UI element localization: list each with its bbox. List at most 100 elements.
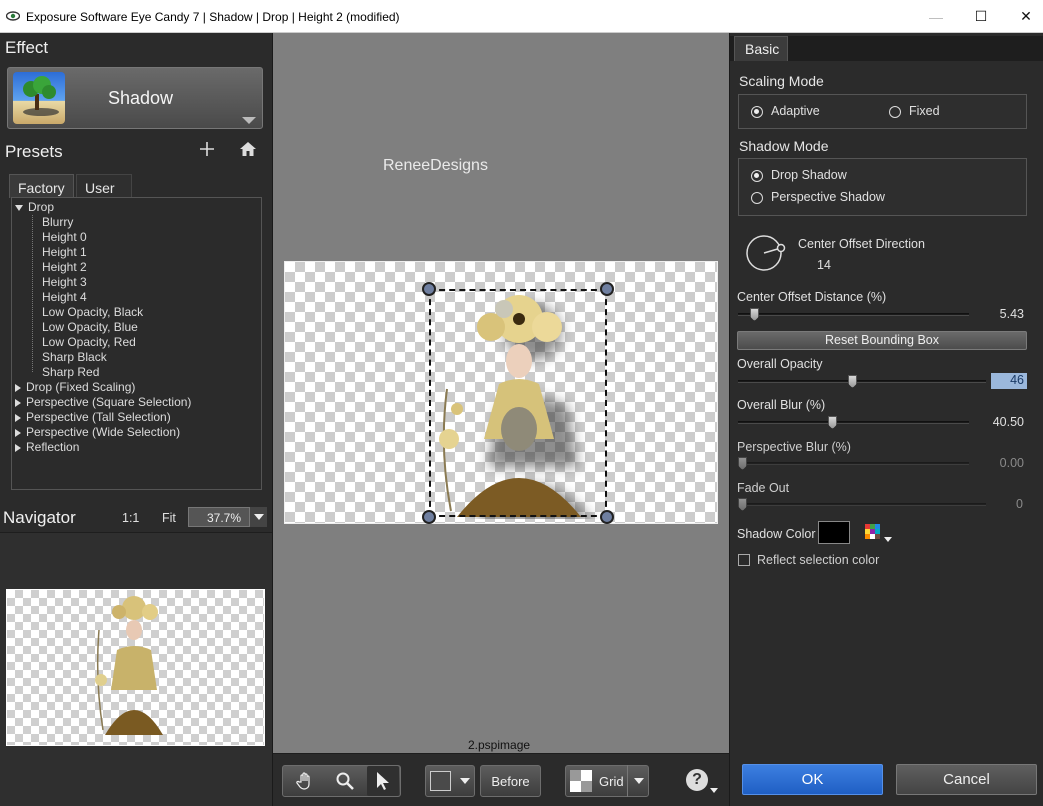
cancel-button[interactable]: Cancel (896, 764, 1037, 795)
perspective-blur-value[interactable]: 0.00 (980, 456, 1024, 470)
effect-dropdown-icon[interactable] (242, 117, 256, 124)
navigator-thumbnail[interactable] (6, 589, 265, 746)
slider-thumb[interactable] (738, 457, 747, 470)
tree-item-low-opacity-red[interactable]: Low Opacity, Red (42, 335, 136, 350)
chevron-down-icon (254, 514, 264, 520)
fade-out-value[interactable]: 0 (991, 497, 1023, 511)
zoom-value: 37.7% (207, 511, 242, 525)
tool-group (282, 765, 401, 797)
zoom-tool-button[interactable] (327, 766, 363, 796)
radio-perspective-shadow[interactable]: Perspective Shadow (751, 190, 885, 204)
radio-fixed[interactable]: Fixed (889, 104, 940, 118)
overall-blur-slider[interactable] (738, 416, 969, 429)
collapsed-icon (15, 413, 21, 422)
tab-basic[interactable]: Basic (734, 36, 788, 61)
home-icon[interactable] (238, 140, 258, 158)
close-button[interactable]: ✕ (1003, 0, 1043, 33)
overall-opacity-value[interactable]: 46 (991, 373, 1027, 389)
effect-name: Shadow (108, 88, 174, 108)
maximize-button[interactable]: ☐ (958, 0, 1004, 33)
left-panel: Effect Shadow Presets Factory User Drop … (0, 33, 273, 806)
tree-item-blurry[interactable]: Blurry (42, 215, 73, 230)
help-icon: ? (686, 769, 708, 791)
tree-item-height-2[interactable]: Height 2 (42, 260, 87, 275)
effect-selector[interactable]: Shadow (7, 67, 263, 129)
tree-item-sharp-red[interactable]: Sharp Red (42, 365, 99, 380)
perspective-blur-label: Perspective Blur (%) (737, 440, 851, 454)
bbox-handle-bottom-left[interactable] (422, 510, 436, 524)
chevron-down-icon (634, 778, 644, 784)
eye-icon (6, 11, 20, 21)
center-offset-direction-label: Center Offset Direction (798, 237, 925, 251)
radio-adaptive[interactable]: Adaptive (751, 104, 820, 118)
minimize-button[interactable]: — (913, 0, 959, 33)
tree-item-drop[interactable]: Drop (15, 200, 54, 215)
zoom-dropdown[interactable] (249, 507, 267, 527)
reset-bounding-box-button[interactable]: Reset Bounding Box (737, 331, 1027, 350)
preset-tree: Drop Blurry Height 0 Height 1 Height 2 H… (11, 197, 262, 490)
bbox-handle-bottom-right[interactable] (600, 510, 614, 524)
bg-color-swatch (430, 771, 451, 791)
tree-item-perspective-tall[interactable]: Perspective (Tall Selection) (15, 410, 171, 425)
slider-thumb[interactable] (738, 498, 747, 511)
reflect-selection-color-checkbox[interactable] (738, 554, 750, 566)
zoom-select[interactable]: 37.7% (188, 507, 267, 527)
collapsed-icon (15, 443, 21, 452)
radio-unchecked-icon (889, 105, 901, 118)
help-button[interactable]: ? (683, 766, 719, 798)
direction-dial-icon[interactable] (745, 233, 787, 273)
ok-button[interactable]: OK (742, 764, 883, 795)
navigator-view[interactable] (0, 532, 272, 806)
tab-factory[interactable]: Factory (9, 174, 74, 198)
color-palette-icon[interactable] (865, 524, 895, 546)
grid-dropdown[interactable] (627, 765, 649, 797)
tree-item-height-3[interactable]: Height 3 (42, 275, 87, 290)
overall-opacity-slider[interactable] (738, 375, 986, 388)
overall-blur-value[interactable]: 40.50 (980, 415, 1024, 429)
bbox-handle-top-right[interactable] (600, 282, 614, 296)
preview-canvas[interactable] (284, 261, 718, 524)
perspective-blur-slider[interactable] (738, 457, 969, 470)
tree-guide-line (32, 215, 33, 372)
tree-item-height-1[interactable]: Height 1 (42, 245, 87, 260)
tree-item-reflection[interactable]: Reflection (15, 440, 79, 455)
tree-item-low-opacity-blue[interactable]: Low Opacity, Blue (42, 320, 138, 335)
radio-checked-icon (751, 105, 763, 118)
radio-checked-icon (751, 169, 763, 182)
preview-area[interactable]: ReneeDesigns 2.pspimage (273, 33, 729, 753)
zoom-fit-button[interactable]: Fit (162, 511, 176, 525)
tree-item-perspective-wide[interactable]: Perspective (Wide Selection) (15, 425, 180, 440)
overall-opacity-label: Overall Opacity (737, 357, 823, 371)
bbox-handle-top-left[interactable] (422, 282, 436, 296)
center-offset-distance-value[interactable]: 5.43 (980, 307, 1024, 321)
slider-thumb[interactable] (828, 416, 837, 429)
slider-thumb[interactable] (848, 375, 857, 388)
collapsed-icon (15, 428, 21, 437)
grid-select[interactable]: Grid (565, 765, 649, 797)
chevron-down-icon (710, 788, 718, 793)
controls-panel: Basic Scaling Mode Adaptive Fixed Shadow… (729, 33, 1043, 806)
zoom-1-1-button[interactable]: 1:1 (122, 511, 139, 525)
center-offset-distance-slider[interactable] (738, 308, 969, 321)
tree-item-height-4[interactable]: Height 4 (42, 290, 87, 305)
tree-item-height-0[interactable]: Height 0 (42, 230, 87, 245)
slider-thumb[interactable] (750, 308, 759, 321)
add-preset-icon[interactable] (199, 141, 215, 157)
hand-icon (296, 772, 310, 790)
bg-color-select[interactable] (425, 765, 475, 797)
hand-tool-button[interactable] (287, 766, 323, 796)
bounding-box[interactable] (429, 289, 607, 517)
tree-item-sharp-black[interactable]: Sharp Black (42, 350, 107, 365)
center-offset-direction-value[interactable]: 14 (817, 258, 831, 272)
tree-item-perspective-square[interactable]: Perspective (Square Selection) (15, 395, 191, 410)
radio-drop-shadow[interactable]: Drop Shadow (751, 168, 847, 182)
tree-item-low-opacity-black[interactable]: Low Opacity, Black (42, 305, 143, 320)
before-button[interactable]: Before (481, 766, 540, 796)
tree-item-drop-fixed-scaling[interactable]: Drop (Fixed Scaling) (15, 380, 135, 395)
filename-label: 2.pspimage (468, 738, 531, 752)
tab-user[interactable]: User (76, 174, 132, 198)
shadow-color-swatch[interactable] (818, 521, 850, 544)
overall-blur-label: Overall Blur (%) (737, 398, 826, 412)
fade-out-slider[interactable] (738, 498, 986, 511)
selection-tool-button[interactable] (367, 766, 399, 796)
